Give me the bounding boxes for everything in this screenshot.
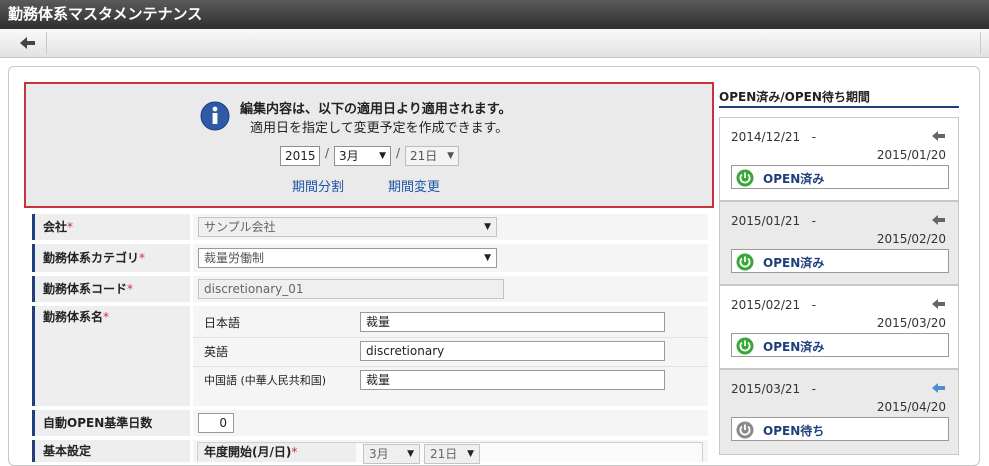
period-start: 2014/12/21 <box>731 130 801 144</box>
apply-year-input[interactable]: 2015 <box>280 146 320 166</box>
period-end: 2015/03/20 <box>876 316 946 330</box>
auto-open-cell <box>193 410 708 436</box>
date-separator: / <box>396 146 401 160</box>
required-mark: * <box>291 445 298 459</box>
chevron-down-icon: ▼ <box>484 222 491 232</box>
apply-month-select[interactable]: 3月 ▼ <box>334 146 391 166</box>
back-button[interactable] <box>9 32 47 54</box>
chevron-down-icon: ▼ <box>467 449 474 459</box>
period-status: OPEN待ち <box>763 424 825 438</box>
chevron-down-icon: ▼ <box>484 253 491 263</box>
chevron-down-icon: ▼ <box>379 151 386 161</box>
arrow-left-icon[interactable] <box>932 382 946 394</box>
name-zh-label: 中国語 (中華人民共和国) <box>204 374 327 387</box>
period-status: OPEN済み <box>763 172 825 186</box>
period-status: OPEN済み <box>763 340 825 354</box>
chevron-down-icon: ▼ <box>407 449 414 459</box>
notice-subtext: 適用日を指定して変更予定を作成できます。 <box>250 121 509 136</box>
periods-title: OPEN済み/OPEN待ち期間 <box>719 88 959 108</box>
company-select[interactable]: サンプル会社 ▼ <box>198 217 497 237</box>
name-label: 勤務体系名* <box>32 306 190 406</box>
period-item: 2015/02/21 - 2015/03/20 OPEN済み <box>719 285 959 369</box>
year-start-day-select[interactable]: 21日 ▼ <box>424 444 480 464</box>
period-item: 2015/01/21 - 2015/02/20 OPEN済み <box>719 201 959 285</box>
date-separator: / <box>325 146 330 160</box>
power-icon <box>736 337 754 355</box>
power-icon <box>736 253 754 271</box>
period-start: 2015/01/21 <box>731 214 801 228</box>
power-icon <box>736 421 754 439</box>
required-mark: * <box>139 251 146 265</box>
year-start-month-select[interactable]: 3月 ▼ <box>363 444 420 464</box>
code-input[interactable]: discretionary_01 <box>198 279 504 299</box>
year-start-label: 年度開始(月/日)* <box>198 443 356 462</box>
apply-date-notice: 編集内容は、以下の適用日より適用されます。 適用日を指定して変更予定を作成できま… <box>24 82 714 208</box>
arrow-left-icon[interactable] <box>932 298 946 310</box>
period-split-link[interactable]: 期間分割 <box>292 176 344 195</box>
required-mark: * <box>67 220 74 234</box>
info-icon <box>200 101 230 131</box>
period-change-link[interactable]: 期間変更 <box>388 176 440 195</box>
name-en-label: 英語 <box>204 345 229 359</box>
divider <box>193 366 708 367</box>
arrow-left-icon[interactable] <box>932 130 946 142</box>
toolbar <box>0 29 989 58</box>
period-end: 2015/01/20 <box>876 148 946 162</box>
window-title: 勤務体系マスタメンテナンス <box>0 0 989 29</box>
category-label: 勤務体系カテゴリ* <box>32 244 190 272</box>
period-end: 2015/04/20 <box>876 400 946 414</box>
period-status-button[interactable]: OPEN済み <box>731 165 949 189</box>
name-ja-input[interactable]: 裁量 <box>360 312 665 332</box>
code-label: 勤務体系コード* <box>32 276 190 302</box>
period-end: 2015/02/20 <box>876 232 946 246</box>
basic-settings-label: 基本設定 <box>32 440 190 462</box>
chevron-down-icon: ▼ <box>447 151 454 161</box>
period-status-button[interactable]: OPEN待ち <box>731 417 949 441</box>
divider <box>193 337 708 338</box>
power-icon <box>736 169 754 187</box>
auto-open-input[interactable]: 0 <box>198 413 234 433</box>
name-zh-input[interactable]: 裁量 <box>360 370 665 390</box>
notice-heading: 編集内容は、以下の適用日より適用されます。 <box>240 102 512 117</box>
period-status: OPEN済み <box>763 256 825 270</box>
apply-day-select[interactable]: 21日 ▼ <box>405 146 459 166</box>
arrow-left-icon <box>20 37 35 49</box>
auto-open-label: 自動OPEN基準日数 <box>32 410 190 436</box>
arrow-left-icon[interactable] <box>932 214 946 226</box>
category-select[interactable]: 裁量労働制 ▼ <box>198 248 497 268</box>
name-en-input[interactable]: discretionary <box>360 341 665 361</box>
required-mark: * <box>103 310 110 324</box>
toolbar-divider <box>980 32 981 54</box>
period-start: 2015/03/21 <box>731 382 801 396</box>
period-status-button[interactable]: OPEN済み <box>731 333 949 357</box>
period-item: 2015/03/21 - 2015/04/20 OPEN待ち <box>719 369 959 455</box>
period-item: 2014/12/21 - 2015/01/20 OPEN済み <box>719 117 959 201</box>
company-label: 会社* <box>32 214 190 240</box>
period-start: 2015/02/21 <box>731 298 801 312</box>
period-status-button[interactable]: OPEN済み <box>731 249 949 273</box>
required-mark: * <box>127 282 134 296</box>
name-ja-label: 日本語 <box>204 316 241 330</box>
